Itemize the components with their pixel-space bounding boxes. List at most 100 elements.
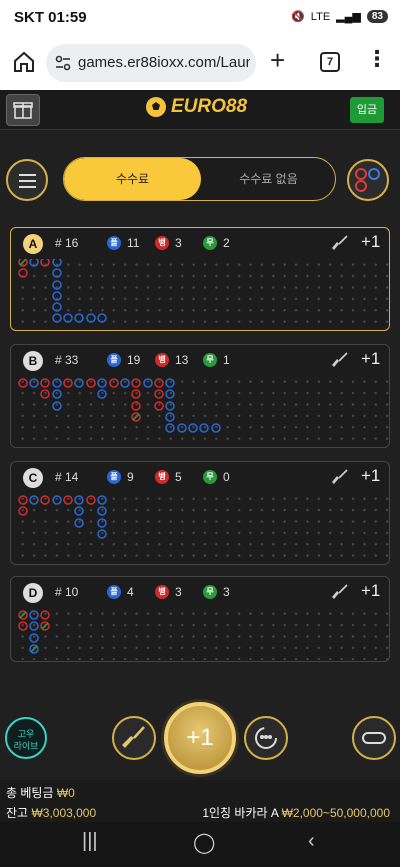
- home-nav-icon[interactable]: ◯: [193, 830, 215, 855]
- clear-button[interactable]: [112, 716, 156, 760]
- tie-stat: 무0: [203, 470, 230, 484]
- mute-icon: 🔇: [291, 11, 305, 23]
- table-card-c[interactable]: C # 14 플9 뱅5 무0 +1: [10, 461, 390, 565]
- browser-toolbar: games.er88ioxx.com/Launc + 7 ⋮: [0, 36, 400, 90]
- player-stat: 플4: [107, 585, 134, 599]
- tie-dot: 무: [203, 353, 217, 367]
- player-stat: 플9: [107, 470, 134, 484]
- banker-count: 3: [175, 585, 182, 599]
- chip-tray-button[interactable]: [352, 716, 396, 760]
- table-name: 1인칭 바카라 A: [202, 806, 279, 820]
- plus-one-main-button[interactable]: +1: [164, 702, 236, 774]
- banker-count: 13: [175, 353, 189, 367]
- broom-icon[interactable]: [331, 351, 349, 369]
- table-card-a[interactable]: A # 16 플 11 뱅3 무2 +1: [10, 227, 390, 331]
- rotate-icon: [255, 727, 277, 749]
- table-limit: 1인칭 바카라 A ₩2,000~50,000,000: [202, 804, 390, 821]
- menu-line: [19, 180, 36, 182]
- tab-no-commission[interactable]: 수수료 없음: [201, 158, 335, 200]
- plus-one-button[interactable]: +1: [361, 466, 380, 486]
- chat-label-line1: 고우: [17, 729, 35, 739]
- tie-dot: 무: [203, 236, 217, 250]
- home-icon[interactable]: [12, 50, 36, 74]
- table-card-d[interactable]: D # 10 플4 뱅3 무3 +1: [10, 576, 390, 662]
- player-dot: 플: [107, 470, 121, 484]
- total-bet-label: 총 베팅금: [6, 786, 54, 800]
- table-letter: A: [23, 234, 43, 254]
- menu-line: [19, 186, 36, 188]
- broom-icon[interactable]: [331, 468, 349, 486]
- broom-icon[interactable]: [331, 583, 349, 601]
- address-bar[interactable]: games.er88ioxx.com/Launc: [46, 44, 256, 82]
- status-time: SKT 01:59: [14, 9, 87, 26]
- tie-stat: 무3: [203, 585, 230, 599]
- status-bar: SKT 01:59 🔇 LTE ▂▄▆ 83: [0, 0, 400, 36]
- player-dot: 플: [107, 353, 121, 367]
- back-icon[interactable]: ‹: [308, 830, 315, 853]
- bet-info-bar: 총 베팅금 ₩0 잔고 ₩3,003,000 1인칭 바카라 A ₩2,000~…: [0, 780, 400, 822]
- road-icon: [355, 168, 380, 192]
- menu-button[interactable]: [6, 159, 48, 201]
- banker-dot: 뱅: [155, 353, 169, 367]
- round-count: # 10: [55, 585, 79, 599]
- table-letter: B: [23, 351, 43, 371]
- tray-icon: [362, 732, 386, 744]
- total-bet-value: ₩0: [56, 786, 75, 800]
- battery-badge: 83: [366, 10, 388, 23]
- plus-one-button[interactable]: +1: [361, 349, 380, 369]
- road-marks: [18, 378, 221, 433]
- table-card-b[interactable]: B # 33 플 19 뱅 13 무1 +1: [10, 344, 390, 448]
- more-menu-icon[interactable]: ⋮: [366, 48, 388, 70]
- live-chat-button[interactable]: 고우 라이브: [5, 717, 47, 759]
- tie-dot: 무: [203, 585, 217, 599]
- deposit-button[interactable]: 입금: [350, 97, 384, 123]
- banker-dot: 뱅: [155, 470, 169, 484]
- banker-stat: 뱅3: [155, 236, 182, 250]
- new-tab-icon[interactable]: +: [270, 47, 285, 73]
- plus-one-button[interactable]: +1: [361, 232, 380, 252]
- bead-road: [17, 493, 389, 563]
- site-settings-icon[interactable]: [54, 54, 72, 72]
- player-count: 19: [127, 353, 141, 367]
- table-letter: D: [23, 583, 43, 603]
- ball-icon: [146, 97, 166, 117]
- tie-count: 2: [223, 236, 230, 250]
- banker-dot: 뱅: [155, 585, 169, 599]
- undo-button[interactable]: [244, 716, 288, 760]
- tab-commission[interactable]: 수수료: [64, 158, 201, 200]
- banker-count: 5: [175, 470, 182, 484]
- tie-count: 3: [223, 585, 230, 599]
- round-count: # 16: [55, 236, 79, 250]
- chat-label-line2: 라이브: [13, 741, 39, 751]
- balance-value: ₩3,003,000: [31, 806, 97, 820]
- gift-button[interactable]: [6, 94, 40, 126]
- lobby-area: 수수료 수수료 없음 A # 16 플 11 뱅3 무2 +1 B # 33 플…: [0, 130, 400, 790]
- road-view-button[interactable]: [347, 159, 389, 201]
- bead-road: [17, 257, 389, 329]
- broom-icon[interactable]: [331, 234, 349, 252]
- road-marks: [18, 495, 107, 539]
- table-limit-value: ₩2,000~50,000,000: [281, 806, 390, 820]
- table-header: C # 14 플9 뱅5 무0 +1: [11, 462, 389, 490]
- round-count: # 33: [55, 353, 79, 367]
- app-header: EURO88 입금: [0, 90, 400, 130]
- broom-icon: [122, 726, 145, 748]
- balance: 잔고 ₩3,003,000: [6, 804, 96, 821]
- banker-count: 3: [175, 236, 182, 250]
- player-stat: 플 11: [107, 236, 139, 250]
- tab-count-button[interactable]: 7: [320, 52, 340, 72]
- system-nav-bar: ||| ◯ ‹: [0, 822, 400, 867]
- banker-dot: 뱅: [155, 236, 169, 250]
- player-stat: 플 19: [107, 353, 140, 367]
- road-marks: [18, 257, 107, 323]
- tie-count: 1: [223, 353, 230, 367]
- menu-line: [19, 174, 36, 176]
- plus-one-button[interactable]: +1: [361, 581, 380, 601]
- player-count: 4: [127, 585, 134, 599]
- player-dot: 플: [107, 585, 121, 599]
- round-count: # 14: [55, 470, 79, 484]
- url-text: games.er88ioxx.com/Launc: [78, 54, 250, 71]
- table-letter: C: [23, 468, 43, 488]
- gift-icon: [13, 102, 33, 119]
- recents-icon[interactable]: |||: [82, 830, 98, 853]
